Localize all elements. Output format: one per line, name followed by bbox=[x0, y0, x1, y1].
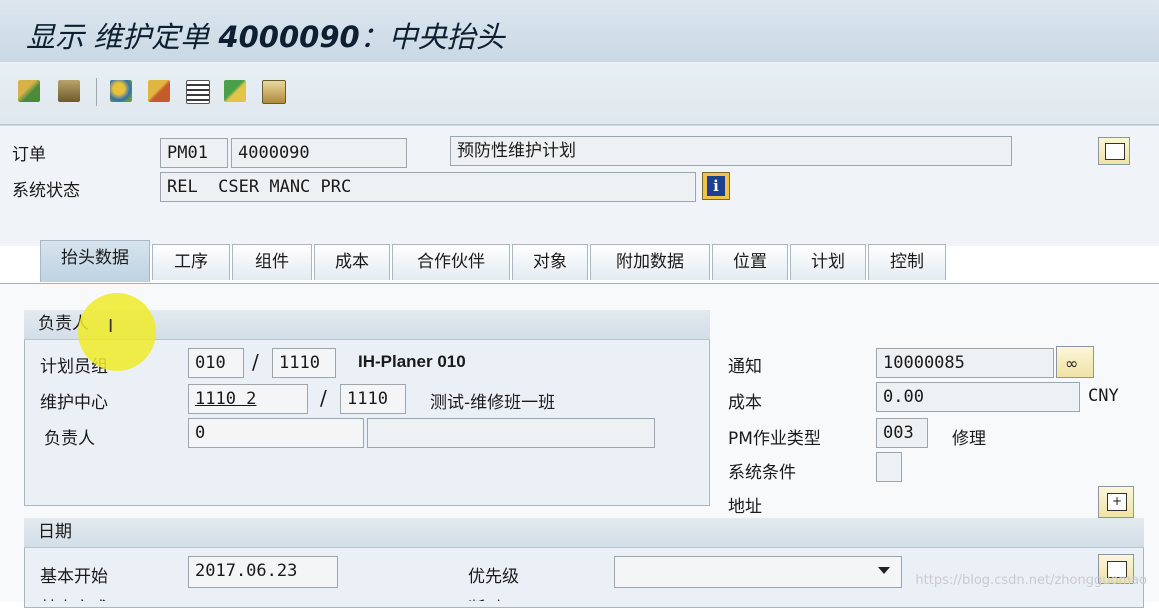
window-icon bbox=[1105, 143, 1125, 160]
cost-label: 成本 bbox=[728, 393, 762, 413]
order-number-field[interactable]: 4000090 bbox=[231, 138, 407, 168]
tabstrip-left-edge bbox=[0, 244, 40, 282]
glasses-icon: ∞ bbox=[1065, 354, 1079, 373]
system-status-field[interactable]: REL CSER MANC PRC bbox=[160, 172, 696, 202]
system-status-label: 系统状态 bbox=[12, 181, 80, 201]
address-label: 地址 bbox=[728, 497, 762, 517]
text-cursor-icon: I bbox=[108, 316, 114, 337]
person-responsible-text-field[interactable] bbox=[367, 418, 655, 448]
cost-field[interactable]: 0.00 bbox=[876, 382, 1080, 412]
tab-partners[interactable]: 合作伙伴 bbox=[392, 244, 510, 280]
glasses-button[interactable]: ∞ bbox=[1056, 346, 1094, 378]
order-description-field[interactable]: 预防性维护计划 bbox=[450, 136, 1012, 166]
planner-plant-field[interactable]: 1110 bbox=[272, 348, 336, 378]
tab-planning[interactable]: 计划 bbox=[790, 244, 866, 280]
tab-control[interactable]: 控制 bbox=[868, 244, 946, 280]
tab-additional-data[interactable]: 附加数据 bbox=[590, 244, 710, 280]
application-toolbar bbox=[0, 62, 1159, 125]
dates-group-title: 日期 bbox=[38, 522, 72, 542]
address-button[interactable]: + bbox=[1098, 486, 1134, 518]
basic-start-label: 基本开始 bbox=[40, 567, 108, 587]
basic-finish-label: 基本完成 bbox=[40, 594, 108, 601]
operations-icon[interactable] bbox=[110, 80, 132, 102]
page-title: 显示 维护定单 4000090：中央抬头 bbox=[26, 14, 505, 56]
document-icon[interactable] bbox=[186, 80, 210, 104]
dates-group-header: 日期 bbox=[24, 518, 1144, 548]
slash-separator: / bbox=[252, 350, 259, 374]
planner-group-field[interactable]: 010 bbox=[188, 348, 244, 378]
object-list-icon[interactable] bbox=[58, 80, 80, 102]
edit-icon[interactable] bbox=[224, 80, 246, 102]
header-detail-button[interactable] bbox=[1098, 137, 1130, 165]
toolbar-separator bbox=[96, 78, 97, 106]
tab-operations[interactable]: 工序 bbox=[152, 244, 230, 280]
info-glyph: i bbox=[707, 176, 725, 196]
title-order-number: 4000090 bbox=[218, 20, 360, 54]
order-type-field[interactable]: PM01 bbox=[160, 138, 228, 168]
activity-type-text: 修理 bbox=[952, 429, 986, 449]
activity-type-field[interactable]: 003 bbox=[876, 418, 928, 448]
title-prefix: 显示 维护定单 bbox=[26, 20, 210, 54]
notification-field[interactable]: 10000085 bbox=[876, 348, 1054, 378]
planner-group-text: IH-Planer 010 bbox=[358, 352, 466, 371]
tab-objects[interactable]: 对象 bbox=[512, 244, 588, 280]
work-center-label: 维护中心 bbox=[40, 393, 108, 413]
cursor-highlight bbox=[78, 293, 156, 371]
slash-separator-2: / bbox=[320, 386, 327, 410]
window-plus-icon: + bbox=[1107, 493, 1127, 511]
system-condition-field[interactable] bbox=[876, 452, 902, 482]
person-responsible-label: 负责人 bbox=[44, 429, 95, 449]
work-center-text: 测试-维修班一班 bbox=[430, 393, 556, 413]
activity-type-label: PM作业类型 bbox=[728, 429, 821, 449]
notification-label: 通知 bbox=[728, 357, 762, 377]
display-change-icon[interactable] bbox=[18, 80, 40, 102]
info-icon[interactable]: i bbox=[702, 172, 730, 200]
person-responsible-field[interactable]: 0 bbox=[188, 418, 364, 448]
tab-components[interactable]: 组件 bbox=[232, 244, 312, 280]
basic-start-field[interactable]: 2017.06.23 bbox=[188, 556, 338, 588]
title-suffix: ：中央抬头 bbox=[359, 20, 505, 54]
tab-location[interactable]: 位置 bbox=[712, 244, 788, 280]
cutoff-right-label: 断时 bbox=[468, 594, 502, 601]
clipboard-icon[interactable] bbox=[262, 80, 286, 104]
tab-header-data[interactable]: 抬头数据 bbox=[40, 240, 150, 282]
system-condition-label: 系统条件 bbox=[728, 463, 796, 483]
currency-label: CNY bbox=[1088, 386, 1119, 406]
chevron-down-icon bbox=[878, 567, 890, 574]
watermark: https://blog.csdn.net/zhongguomao bbox=[915, 573, 1147, 588]
priority-label: 优先级 bbox=[468, 567, 519, 587]
tab-costs[interactable]: 成本 bbox=[314, 244, 390, 280]
work-center-field[interactable]: 1110 2 bbox=[188, 384, 308, 414]
priority-dropdown[interactable] bbox=[614, 556, 902, 588]
order-label: 订单 bbox=[12, 145, 46, 165]
components-icon[interactable] bbox=[148, 80, 170, 102]
work-center-plant-field[interactable]: 1110 bbox=[340, 384, 406, 414]
